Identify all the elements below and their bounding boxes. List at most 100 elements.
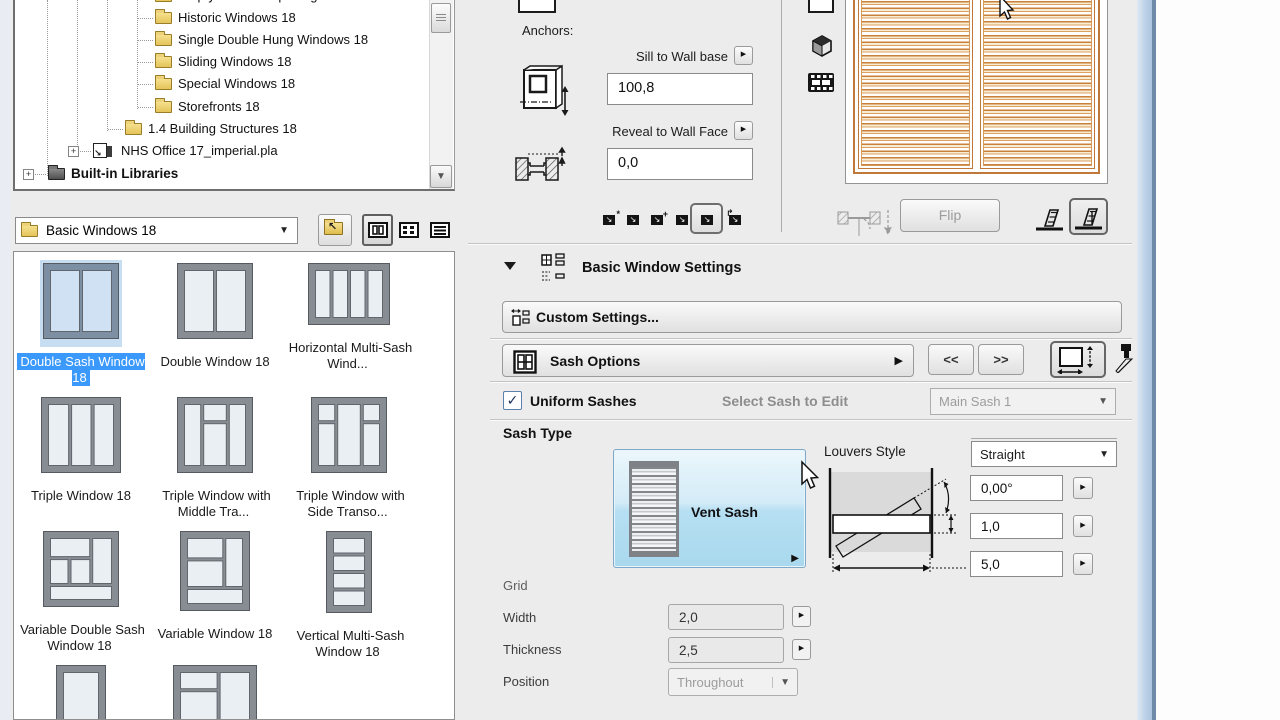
library-item-triple-window-18[interactable]: Triple Window 18 bbox=[14, 394, 148, 504]
tree-item-historic-windows-18[interactable]: Historic Windows 18 bbox=[15, 7, 454, 29]
reveal-to-wall-face-menu-button[interactable]: ▶ bbox=[734, 121, 753, 140]
custom-settings-button[interactable]: Custom Settings... bbox=[502, 301, 1122, 333]
louver-angle-menu-button[interactable]: ▶ bbox=[1073, 477, 1093, 499]
folder-icon bbox=[155, 53, 172, 68]
library-folder-dropdown[interactable]: Basic Windows 18 ▼ bbox=[15, 217, 298, 244]
grid-width-menu-button[interactable]: ▶ bbox=[792, 606, 811, 627]
vent-sash-button[interactable]: Vent Sash ▶ bbox=[613, 449, 806, 568]
louver-angle-input[interactable]: 0,00° bbox=[970, 475, 1063, 501]
next-page-button[interactable]: >> bbox=[978, 344, 1024, 375]
anchor-header-plus-icon[interactable]: ↘ + bbox=[651, 209, 668, 225]
anchor-header-icon[interactable]: ↘ bbox=[627, 212, 642, 225]
louver-spacing-menu-button[interactable]: ▶ bbox=[1073, 515, 1093, 537]
grid-width-input[interactable]: 2,0 bbox=[668, 604, 784, 630]
view-mode-list-button[interactable] bbox=[425, 215, 455, 245]
sill-to-wall-base-menu-button[interactable]: ▶ bbox=[734, 46, 753, 65]
view-mode-large-icons-button[interactable] bbox=[362, 214, 393, 246]
louvers-style-label: Louvers Style bbox=[824, 444, 906, 459]
grid-thickness-input[interactable]: 2,5 bbox=[668, 637, 784, 663]
tree-expand-button[interactable]: + bbox=[23, 169, 34, 180]
window-thumbnail bbox=[53, 662, 109, 719]
transfer-settings-icon[interactable] bbox=[1113, 343, 1138, 373]
tree-item-label: Built-in Libraries bbox=[71, 166, 179, 181]
window-thumbnail bbox=[170, 662, 260, 719]
grid-position-dropdown-value: Throughout bbox=[677, 675, 744, 690]
flip-button[interactable]: Flip bbox=[900, 199, 1000, 232]
grid-position-dropdown[interactable]: Throughout ▼ bbox=[668, 668, 798, 696]
section-separator bbox=[468, 243, 1132, 245]
tree-scrollbar-down-button[interactable]: ▼ bbox=[430, 165, 452, 188]
tree-item-label: Storefronts 18 bbox=[178, 99, 260, 114]
tree-connector bbox=[138, 40, 153, 41]
tree-item-nhs-office-17-imperial-pla[interactable]: + ↘ NHS Office 17_imperial.pla bbox=[15, 140, 454, 162]
tree-connector bbox=[138, 62, 153, 63]
mirror-left-button[interactable] bbox=[1033, 202, 1066, 234]
sash-options-flyout-button[interactable]: Sash Options ▶ bbox=[502, 344, 914, 377]
list-view-icon bbox=[430, 222, 450, 238]
uniform-sashes-checkbox[interactable]: ✓ bbox=[503, 391, 522, 410]
anchor-sill-flip-icon[interactable]: ↘ ↱ bbox=[726, 208, 744, 225]
sash-select-dropdown-value: Main Sash 1 bbox=[939, 394, 1012, 409]
folder-icon bbox=[155, 75, 172, 90]
library-item-triple-window-with-middle-tra[interactable]: Triple Window with Middle Tra... bbox=[148, 394, 282, 520]
chevron-down-icon: ▼ bbox=[279, 225, 289, 236]
tree-item-1-4-building-structures-18[interactable]: 1.4 Building Structures 18 bbox=[15, 118, 454, 140]
grid-group-label: Grid bbox=[503, 578, 528, 593]
louver-depth-input[interactable]: 5,0 bbox=[970, 551, 1063, 577]
plan-flip-icon bbox=[837, 210, 892, 236]
tree-scrollbar-thumb[interactable] bbox=[431, 3, 451, 33]
library-item-variable-window-18[interactable]: Variable Window 18 bbox=[148, 528, 282, 642]
tree-expand-button[interactable]: + bbox=[68, 146, 79, 157]
tree-item-single-double-hung-windows-18[interactable]: Single Double Hung Windows 18 bbox=[15, 29, 454, 51]
separator bbox=[971, 438, 1117, 439]
library-item-triple-window-with-side-transo[interactable]: Triple Window with Side Transo... bbox=[282, 394, 416, 520]
mirror-right-button[interactable] bbox=[1069, 198, 1108, 235]
library-item-double-window-18[interactable]: Double Window 18 bbox=[148, 260, 282, 370]
anchor-sill-icon[interactable]: ↘ bbox=[701, 212, 716, 225]
library-item[interactable] bbox=[148, 662, 282, 719]
tree-connector bbox=[108, 129, 123, 130]
folder-icon bbox=[155, 31, 172, 46]
library-item-vertical-multi-sash-window-18[interactable]: Vertical Multi-Sash Window 18 bbox=[282, 528, 416, 660]
sill-to-wall-base-input[interactable]: 100,8 bbox=[607, 73, 753, 105]
preview-animation-icon[interactable] bbox=[806, 70, 836, 95]
preview-3d-icon[interactable] bbox=[810, 34, 835, 58]
up-to-parent-folder-button[interactable]: ↖ bbox=[318, 214, 352, 246]
anchor-sill-outside-icon[interactable]: ↘ bbox=[676, 212, 691, 225]
section-collapse-arrow[interactable] bbox=[504, 262, 516, 270]
tree-item-sliding-windows-18[interactable]: Sliding Windows 18 bbox=[15, 51, 454, 73]
sash-select-dropdown[interactable]: Main Sash 1 ▼ bbox=[930, 388, 1116, 415]
tree-item-built-in-libraries[interactable]: + Built-in Libraries bbox=[15, 163, 454, 185]
louver-depth-menu-button[interactable]: ▶ bbox=[1073, 553, 1093, 575]
up-folder-icon: ↖ bbox=[324, 219, 343, 235]
window-thumbnail bbox=[177, 528, 253, 619]
resize-frame-icon bbox=[1057, 346, 1093, 374]
tree-item-empty-window-openings-18[interactable]: Empty Window Openings 18 bbox=[15, 0, 454, 7]
fixed-size-toggle-button[interactable] bbox=[1050, 341, 1106, 378]
previous-page-button[interactable]: << bbox=[928, 344, 974, 375]
vent-sash-thumbnail bbox=[629, 461, 679, 557]
louvers-style-dropdown-value: Straight bbox=[980, 447, 1025, 462]
preview-elevation-icon[interactable] bbox=[808, 0, 834, 13]
tree-item-storefronts-18[interactable]: Storefronts 18 bbox=[15, 96, 454, 118]
louvers-style-dropdown[interactable]: Straight ▼ bbox=[971, 441, 1117, 467]
preview-louver-sash-right bbox=[980, 0, 1095, 169]
library-item-label: Vertical Multi-Sash Window 18 bbox=[296, 628, 405, 659]
reveal-to-wall-face-input[interactable]: 0,0 bbox=[607, 148, 753, 180]
library-item[interactable] bbox=[14, 662, 148, 719]
window-thumbnail bbox=[308, 394, 390, 481]
view-mode-small-icons-button[interactable] bbox=[394, 215, 424, 245]
custom-settings-icon bbox=[511, 309, 530, 326]
library-item-double-sash-window-18[interactable]: Double Sash Window 18 bbox=[14, 260, 148, 386]
anchor-header-outside-icon[interactable]: ↘ * bbox=[603, 209, 620, 225]
library-item-label: Horizontal Multi-Sash Wind... bbox=[288, 340, 413, 371]
tree-item-special-windows-18[interactable]: Special Windows 18 bbox=[15, 73, 454, 95]
tree-item-label: Single Double Hung Windows 18 bbox=[178, 32, 369, 47]
window-thumbnail bbox=[323, 528, 375, 621]
section-title[interactable]: Basic Window Settings bbox=[582, 260, 741, 276]
library-item-variable-double-sash-window-18[interactable]: Variable Double Sash Window 18 bbox=[14, 528, 148, 654]
library-item-horizontal-multi-sash-wind[interactable]: Horizontal Multi-Sash Wind... bbox=[282, 260, 416, 372]
folder-icon bbox=[155, 98, 172, 113]
grid-thickness-menu-button[interactable]: ▶ bbox=[792, 639, 811, 660]
louver-spacing-input[interactable]: 1,0 bbox=[970, 513, 1063, 539]
